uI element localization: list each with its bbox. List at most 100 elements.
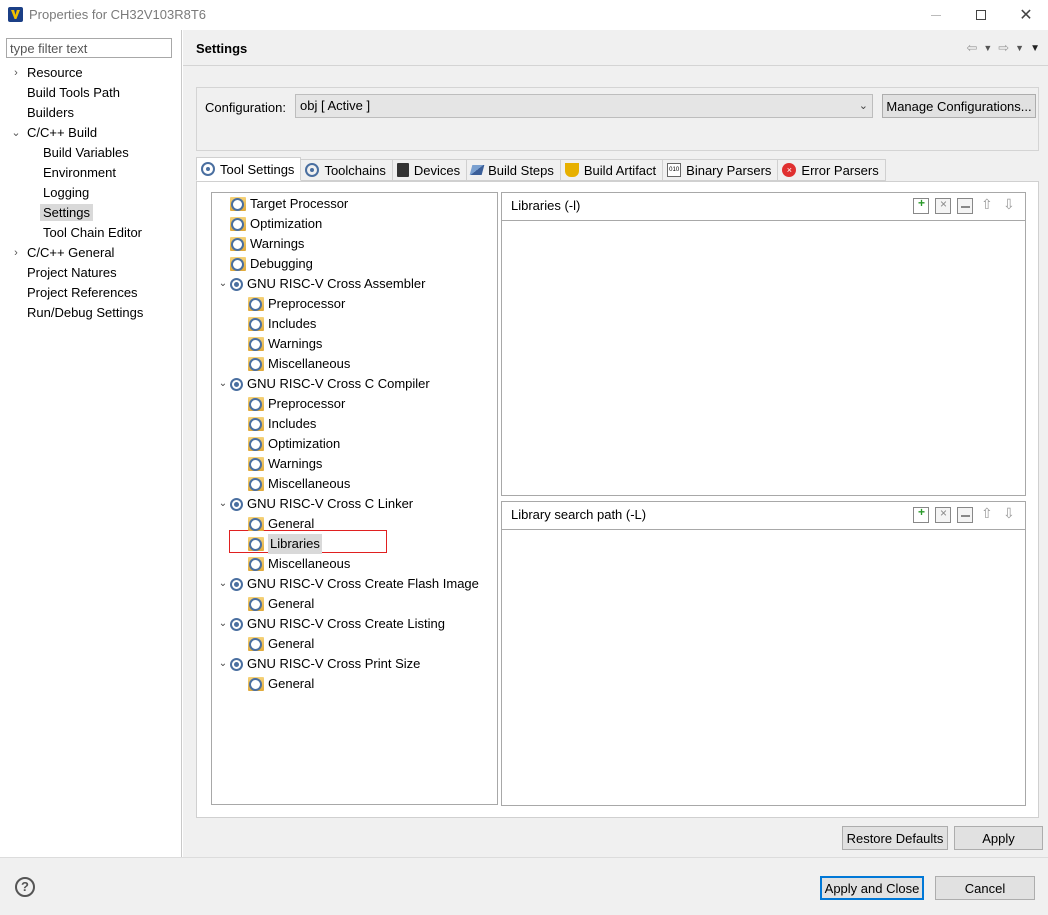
tree-tool-node[interactable]: ⌄ GNU RISC-V Cross Create Listing xyxy=(218,614,445,634)
property-page-nav: Resource › Build Tools Path Builders C/C++ B… xyxy=(0,30,182,857)
tree-option-node[interactable]: Preprocessor xyxy=(236,294,345,314)
tree-tool-node[interactable]: ⌄ GNU RISC-V Cross C Compiler xyxy=(218,374,430,394)
tree-option-node[interactable]: Warnings xyxy=(218,234,304,254)
header-nav-icons: ⇦ ▼ ⇨ ▼ ▼ xyxy=(966,40,1040,56)
libraries-list-body[interactable] xyxy=(502,221,1025,495)
add-item-icon[interactable] xyxy=(913,505,929,523)
tree-option-node[interactable]: Miscellaneous xyxy=(236,554,350,574)
chevron-down-icon[interactable]: ⌄ xyxy=(218,494,228,514)
tab-devices[interactable]: Devices xyxy=(392,159,468,181)
tree-option-node[interactable]: Miscellaneous xyxy=(236,474,350,494)
chevron-down-icon[interactable]: ⌄ xyxy=(218,274,228,294)
nav-item[interactable]: Project Natures xyxy=(27,263,117,283)
tree-option-node[interactable]: General xyxy=(236,514,314,534)
filter-input[interactable] xyxy=(6,38,172,58)
tree-option-node[interactable]: Miscellaneous xyxy=(236,354,350,374)
chevron-down-icon[interactable]: ⌄ xyxy=(11,123,21,143)
restore-defaults-button[interactable]: Restore Defaults xyxy=(842,826,948,850)
tree-option-node[interactable]: Libraries xyxy=(236,534,322,554)
add-item-icon[interactable] xyxy=(913,196,929,214)
window-title: Properties for CH32V103R8T6 xyxy=(29,7,207,22)
tab-label: Error Parsers xyxy=(801,162,879,178)
forward-dropdown-icon[interactable]: ▼ xyxy=(1015,43,1024,53)
option-folder-icon xyxy=(248,637,264,651)
manage-configurations-button[interactable]: Manage Configurations... xyxy=(882,94,1036,118)
move-down-icon[interactable] xyxy=(1001,505,1017,523)
build-steps-icon xyxy=(469,165,485,175)
tree-node-label: Debugging xyxy=(250,256,313,271)
tree-node-label: Miscellaneous xyxy=(268,356,351,371)
cancel-button[interactable]: Cancel xyxy=(935,876,1035,900)
error-icon: × xyxy=(782,163,797,177)
tree-tool-node[interactable]: ⌄ GNU RISC-V Cross Assembler xyxy=(218,274,426,294)
option-folder-icon xyxy=(230,197,246,211)
configuration-select[interactable]: obj [ Active ] ⌄ xyxy=(295,94,873,118)
tree-option-node[interactable]: Optimization xyxy=(236,434,340,454)
apply-button[interactable]: Apply xyxy=(954,826,1043,850)
back-arrow-icon[interactable]: ⇦ xyxy=(966,40,977,56)
tree-option-node[interactable]: Optimization xyxy=(218,214,322,234)
nav-item[interactable]: C/C++ General xyxy=(27,243,114,263)
tree-node-label: Warnings xyxy=(268,336,323,351)
tree-option-node[interactable]: Target Processor xyxy=(218,194,348,214)
nav-item[interactable]: Tool Chain Editor xyxy=(43,223,142,243)
edit-item-icon[interactable] xyxy=(957,507,973,523)
chevron-down-icon[interactable]: ⌄ xyxy=(218,574,228,594)
trophy-icon xyxy=(564,163,579,177)
nav-item[interactable]: Build Variables xyxy=(43,143,129,163)
tab-toolchains[interactable]: Toolchains xyxy=(301,159,393,181)
chevron-down-icon[interactable]: ⌄ xyxy=(218,654,228,674)
tab-tool-settings[interactable]: Tool Settings xyxy=(196,157,302,181)
move-up-icon[interactable] xyxy=(979,196,995,214)
tool-settings-tree[interactable]: Target Processor Optimization Warnings Debu… xyxy=(211,192,498,805)
tree-option-node[interactable]: Includes xyxy=(236,314,316,334)
tree-tool-node[interactable]: ⌄ GNU RISC-V Cross Create Flash Image xyxy=(218,574,479,594)
tree-node-label: Optimization xyxy=(250,216,323,231)
tree-option-node[interactable]: Debugging xyxy=(218,254,313,274)
minimize-button[interactable] xyxy=(913,0,959,30)
library-search-path-body[interactable] xyxy=(502,530,1025,805)
tree-option-node[interactable]: Includes xyxy=(236,414,316,434)
view-menu-icon[interactable]: ▼ xyxy=(1030,43,1040,54)
tree-option-node[interactable]: Preprocessor xyxy=(236,394,345,414)
tree-option-node[interactable]: General xyxy=(236,594,314,614)
tree-option-node[interactable]: General xyxy=(236,674,314,694)
option-folder-icon xyxy=(248,457,264,471)
tree-tool-node[interactable]: ⌄ GNU RISC-V Cross Print Size xyxy=(218,654,421,674)
nav-item[interactable]: Resource xyxy=(27,63,83,83)
nav-item[interactable]: Build Tools Path xyxy=(27,83,120,103)
tab-error-parsers[interactable]: × Error Parsers xyxy=(778,159,886,181)
nav-item[interactable]: Environment xyxy=(43,163,116,183)
nav-item[interactable]: Run/Debug Settings xyxy=(27,303,143,323)
tab-label: Build Steps xyxy=(488,162,554,178)
maximize-button[interactable] xyxy=(958,0,1004,30)
tree-tool-node[interactable]: ⌄ GNU RISC-V Cross C Linker xyxy=(218,494,413,514)
move-up-icon[interactable] xyxy=(979,505,995,523)
nav-item[interactable]: Settings xyxy=(40,203,93,223)
tab-build-steps[interactable]: Build Steps xyxy=(467,159,561,181)
app-logo-icon xyxy=(8,7,23,22)
delete-item-icon[interactable] xyxy=(935,197,951,214)
tree-option-node[interactable]: Warnings xyxy=(236,454,322,474)
nav-item[interactable]: Logging xyxy=(43,183,89,203)
chevron-right-icon[interactable]: › xyxy=(11,243,21,263)
chevron-right-icon[interactable]: › xyxy=(11,63,21,83)
help-icon[interactable]: ? xyxy=(15,877,35,897)
back-dropdown-icon[interactable]: ▼ xyxy=(983,43,992,53)
chevron-down-icon[interactable]: ⌄ xyxy=(218,374,228,394)
page-title: Settings xyxy=(196,41,248,56)
tree-option-node[interactable]: General xyxy=(236,634,314,654)
apply-and-close-button[interactable]: Apply and Close xyxy=(820,876,924,900)
tab-binary-parsers[interactable]: 010 Binary Parsers xyxy=(663,159,779,181)
nav-item[interactable]: C/C++ Build xyxy=(27,123,97,143)
nav-item[interactable]: Builders xyxy=(27,103,74,123)
tab-build-artifact[interactable]: Build Artifact xyxy=(560,159,664,181)
move-down-icon[interactable] xyxy=(1001,196,1017,214)
forward-arrow-icon[interactable]: ⇨ xyxy=(998,40,1009,56)
delete-item-icon[interactable] xyxy=(935,506,951,523)
tree-option-node[interactable]: Warnings xyxy=(236,334,322,354)
nav-item[interactable]: Project References xyxy=(27,283,138,303)
close-button[interactable]: ✕ xyxy=(1003,0,1048,30)
edit-item-icon[interactable] xyxy=(957,198,973,214)
chevron-down-icon[interactable]: ⌄ xyxy=(218,614,228,634)
